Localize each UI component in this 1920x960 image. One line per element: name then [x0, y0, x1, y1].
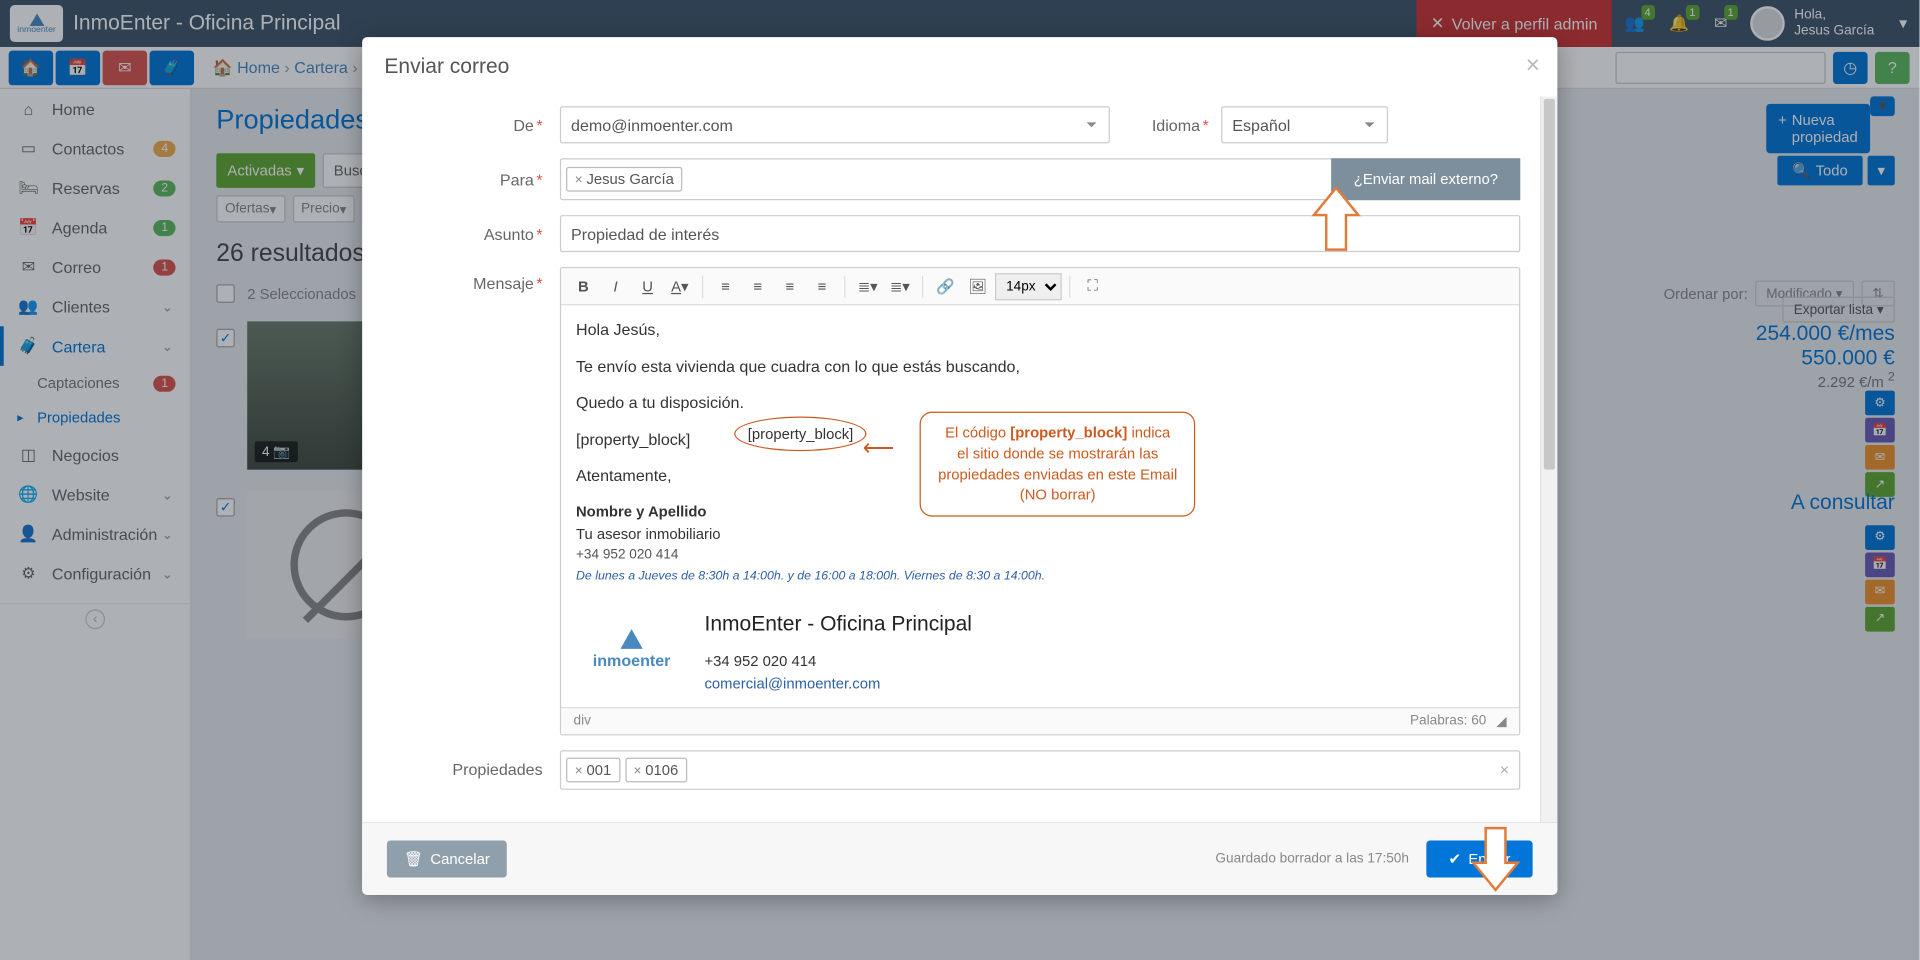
modal-header: Enviar correo ×: [362, 37, 1557, 96]
property-chip[interactable]: 001: [566, 757, 620, 782]
ordered-list-button[interactable]: ≣▾: [853, 273, 883, 300]
font-size-select[interactable]: 14px: [995, 273, 1062, 300]
recipient-chip[interactable]: Jesus García: [566, 167, 682, 192]
modal-title: Enviar correo: [384, 54, 509, 77]
clear-properties-button[interactable]: ×: [1500, 760, 1509, 779]
bold-button[interactable]: B: [569, 273, 599, 300]
align-right-button[interactable]: ≡: [775, 273, 805, 300]
property-chip[interactable]: 0106: [625, 757, 687, 782]
annotation-arrow-icon: ⟵: [863, 431, 895, 464]
link-button[interactable]: 🔗: [931, 273, 961, 300]
annotation-down-arrow-icon: [1468, 823, 1522, 892]
signature-logo: inmoenter: [576, 629, 687, 673]
from-select[interactable]: demo@inmoenter.com: [560, 106, 1110, 143]
italic-button[interactable]: I: [601, 273, 631, 300]
modal-footer: 🗑 Cancelar Guardado borrador a las 17:50…: [362, 821, 1557, 894]
annotation-bubble: [property_block]: [734, 417, 867, 452]
align-left-button[interactable]: ≡: [711, 273, 741, 300]
underline-button[interactable]: U: [633, 273, 663, 300]
editor-toolbar: B I U A▾ ≡ ≡ ≡ ≡ ≣▾ ≣▾ 🔗 🖼 14px: [561, 268, 1519, 305]
message-editor: B I U A▾ ≡ ≡ ≡ ≡ ≣▾ ≣▾ 🔗 🖼 14px: [560, 267, 1520, 735]
modal-close-button[interactable]: ×: [1526, 52, 1540, 80]
annotation-callout: El código [property_block] indica el sit…: [920, 412, 1196, 517]
font-color-button[interactable]: A▾: [665, 273, 695, 300]
modal-scrollbar[interactable]: [1540, 96, 1557, 821]
properties-field[interactable]: 001 0106 ×: [560, 750, 1520, 790]
language-select[interactable]: Español: [1221, 106, 1388, 143]
annotation-up-arrow-icon: [1309, 185, 1363, 254]
align-center-button[interactable]: ≡: [743, 273, 773, 300]
editor-content[interactable]: Hola Jesús, Te envío esta vivienda que c…: [561, 305, 1519, 706]
fullscreen-button[interactable]: ⛶: [1078, 273, 1108, 300]
trash-icon: 🗑: [404, 850, 423, 867]
unordered-list-button[interactable]: ≣▾: [885, 273, 915, 300]
send-email-modal: Enviar correo × De* demo@inmoenter.com I…: [362, 37, 1557, 894]
to-field[interactable]: Jesus García: [560, 158, 1333, 200]
image-button[interactable]: 🖼: [963, 273, 993, 300]
subject-input[interactable]: [560, 215, 1520, 252]
editor-statusbar: div Palabras: 60 ◢: [561, 706, 1519, 733]
draft-saved-label: Guardado borrador a las 17:50h: [1215, 851, 1409, 866]
cancel-button[interactable]: 🗑 Cancelar: [387, 840, 507, 877]
align-justify-button[interactable]: ≡: [807, 273, 837, 300]
resize-handle-icon[interactable]: ◢: [1496, 713, 1506, 729]
check-icon: ✔: [1448, 850, 1460, 867]
